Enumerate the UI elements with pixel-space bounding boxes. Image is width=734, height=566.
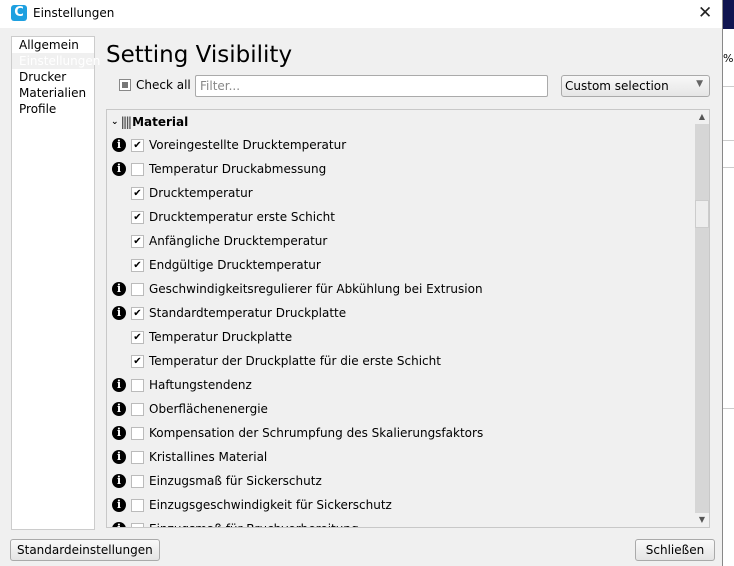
setting-label: Einzugsgeschwindigkeit für Sickerschutz — [149, 498, 392, 512]
divider — [723, 140, 734, 141]
close-icon[interactable]: ✕ — [698, 3, 712, 23]
setting-label: Standardtemperatur Druckplatte — [149, 306, 347, 320]
info-icon[interactable]: i — [112, 378, 126, 392]
setting-row: ✔ Drucktemperatur erste Schicht — [112, 207, 335, 227]
divider — [723, 167, 734, 168]
chevron-down-icon: ▼ — [696, 79, 703, 89]
setting-label: Haftungstendenz — [149, 378, 252, 392]
sidebar-item-drucker[interactable]: Drucker — [12, 69, 94, 85]
setting-row: ✔ Endgültige Drucktemperatur — [112, 255, 321, 275]
partial-checkbox-icon[interactable] — [119, 79, 131, 91]
setting-label: Drucktemperatur — [149, 186, 253, 200]
info-icon[interactable]: i — [112, 138, 126, 152]
preset-value: Custom selection — [565, 79, 669, 93]
info-icon[interactable]: i — [112, 450, 126, 464]
setting-checkbox[interactable]: ✔ — [131, 138, 144, 152]
setting-checkbox[interactable] — [131, 162, 144, 176]
setting-row: ✔ Anfängliche Drucktemperatur — [112, 231, 327, 251]
setting-checkbox[interactable] — [131, 426, 144, 440]
background-window: % — [722, 0, 734, 566]
setting-row: i Oberflächenenergie — [112, 399, 268, 419]
setting-checkbox[interactable]: ✔ — [131, 258, 144, 272]
check-all-checkbox[interactable]: Check all — [119, 78, 191, 92]
preset-dropdown[interactable]: Custom selection ▼ — [561, 75, 710, 97]
cura-app-icon: C — [11, 5, 27, 21]
setting-label: Anfängliche Drucktemperatur — [149, 234, 328, 248]
settings-dialog: C Einstellungen ✕ Allgemein Einstellungen… — [0, 0, 722, 566]
setting-checkbox[interactable] — [131, 402, 144, 416]
material-icon: |||| — [120, 115, 132, 129]
setting-row: i Einzugsmaß für Sickerschutz — [112, 471, 322, 491]
setting-label: Drucktemperatur erste Schicht — [149, 210, 335, 224]
setting-label: Voreingestellte Drucktemperatur — [149, 138, 347, 152]
setting-label: Einzugsmaß für Bruchvorbereitung — [149, 522, 359, 527]
setting-label: Einzugsmaß für Sickerschutz — [149, 474, 322, 488]
setting-row: i Einzugsmaß für Bruchvorbereitung — [112, 519, 359, 527]
setting-row: i Temperatur Druckabmessung — [112, 159, 326, 179]
sidebar-item-profile[interactable]: Profile — [12, 101, 94, 117]
page-title: Setting Visibility — [106, 42, 293, 68]
info-icon[interactable]: i — [112, 522, 126, 527]
setting-label: Temperatur Druckabmessung — [149, 162, 327, 176]
scroll-up-icon[interactable]: ▲ — [695, 110, 709, 124]
sidebar-nav: Allgemein Einstellungen Drucker Materialien… — [11, 36, 100, 530]
setting-checkbox[interactable]: ✔ — [131, 354, 144, 368]
background-titlebar — [723, 0, 734, 29]
chevron-down-icon[interactable]: ⌄ — [111, 117, 119, 127]
info-icon[interactable]: i — [112, 474, 126, 488]
sidebar-item-allgemein[interactable]: Allgemein — [12, 37, 94, 53]
filter-input[interactable] — [195, 75, 548, 97]
setting-label: Geschwindigkeitsregulierer für Abkühlung… — [149, 282, 483, 296]
setting-row: i Geschwindigkeitsregulierer für Abkühlun… — [112, 279, 483, 299]
category-label: Material — [132, 115, 189, 129]
setting-checkbox[interactable]: ✔ — [131, 234, 144, 248]
setting-checkbox[interactable]: ✔ — [131, 330, 144, 344]
setting-checkbox[interactable]: ✔ — [131, 306, 144, 320]
setting-checkbox[interactable] — [131, 450, 144, 464]
defaults-button[interactable]: Standardeinstellungen — [10, 539, 160, 561]
setting-checkbox[interactable] — [131, 522, 144, 527]
info-icon[interactable]: i — [112, 426, 126, 440]
info-icon[interactable]: i — [112, 282, 126, 296]
setting-row: i Haftungstendenz — [112, 375, 252, 395]
check-all-label: Check all — [136, 78, 191, 92]
setting-row: ✔ Temperatur Druckplatte — [112, 327, 292, 347]
divider — [723, 408, 734, 409]
scroll-down-icon[interactable]: ▼ — [695, 513, 709, 527]
info-icon[interactable]: i — [112, 306, 126, 320]
category-material[interactable]: ⌄ |||| Material — [111, 115, 188, 129]
setting-label: Kristallines Material — [149, 450, 268, 464]
setting-checkbox[interactable] — [131, 474, 144, 488]
setting-label: Oberflächenenergie — [149, 402, 268, 416]
background-text: % — [723, 52, 734, 65]
setting-label: Temperatur Druckplatte — [149, 330, 293, 344]
setting-label: Kompensation der Schrumpfung des Skalier… — [149, 426, 484, 440]
setting-checkbox[interactable]: ✔ — [131, 186, 144, 200]
info-icon[interactable]: i — [112, 162, 126, 176]
setting-row: i ✔ Standardtemperatur Druckplatte — [112, 303, 346, 323]
setting-row: i Kristallines Material — [112, 447, 267, 467]
close-button[interactable]: Schließen — [635, 539, 715, 561]
setting-checkbox[interactable] — [131, 378, 144, 392]
scrollbar[interactable]: ▲ ▼ — [695, 110, 709, 527]
sidebar-item-materialien[interactable]: Materialien — [12, 85, 94, 101]
sidebar-item-einstellungen[interactable]: Einstellungen — [12, 53, 100, 69]
settings-list: ⌄ |||| Material i ✔ Voreingestellte Druckt… — [106, 109, 710, 528]
window-title: Einstellungen — [33, 6, 115, 20]
scrollbar-thumb[interactable] — [695, 200, 709, 228]
setting-row: ✔ Temperatur der Druckplatte für die erst… — [112, 351, 441, 371]
info-icon[interactable]: i — [112, 402, 126, 416]
setting-row: i Kompensation der Schrumpfung des Skalie… — [112, 423, 483, 443]
setting-row: i ✔ Voreingestellte Drucktemperatur — [112, 135, 346, 155]
title-bar: C Einstellungen ✕ — [0, 0, 722, 28]
setting-row: i Einzugsgeschwindigkeit für Sickerschutz — [112, 495, 392, 515]
setting-checkbox[interactable]: ✔ — [131, 210, 144, 224]
setting-row: ✔ Drucktemperatur — [112, 183, 253, 203]
divider — [723, 86, 734, 87]
info-icon[interactable]: i — [112, 498, 126, 512]
setting-checkbox[interactable] — [131, 498, 144, 512]
setting-label: Temperatur der Druckplatte für die erste… — [149, 354, 441, 368]
setting-checkbox[interactable] — [131, 282, 144, 296]
setting-label: Endgültige Drucktemperatur — [149, 258, 321, 272]
